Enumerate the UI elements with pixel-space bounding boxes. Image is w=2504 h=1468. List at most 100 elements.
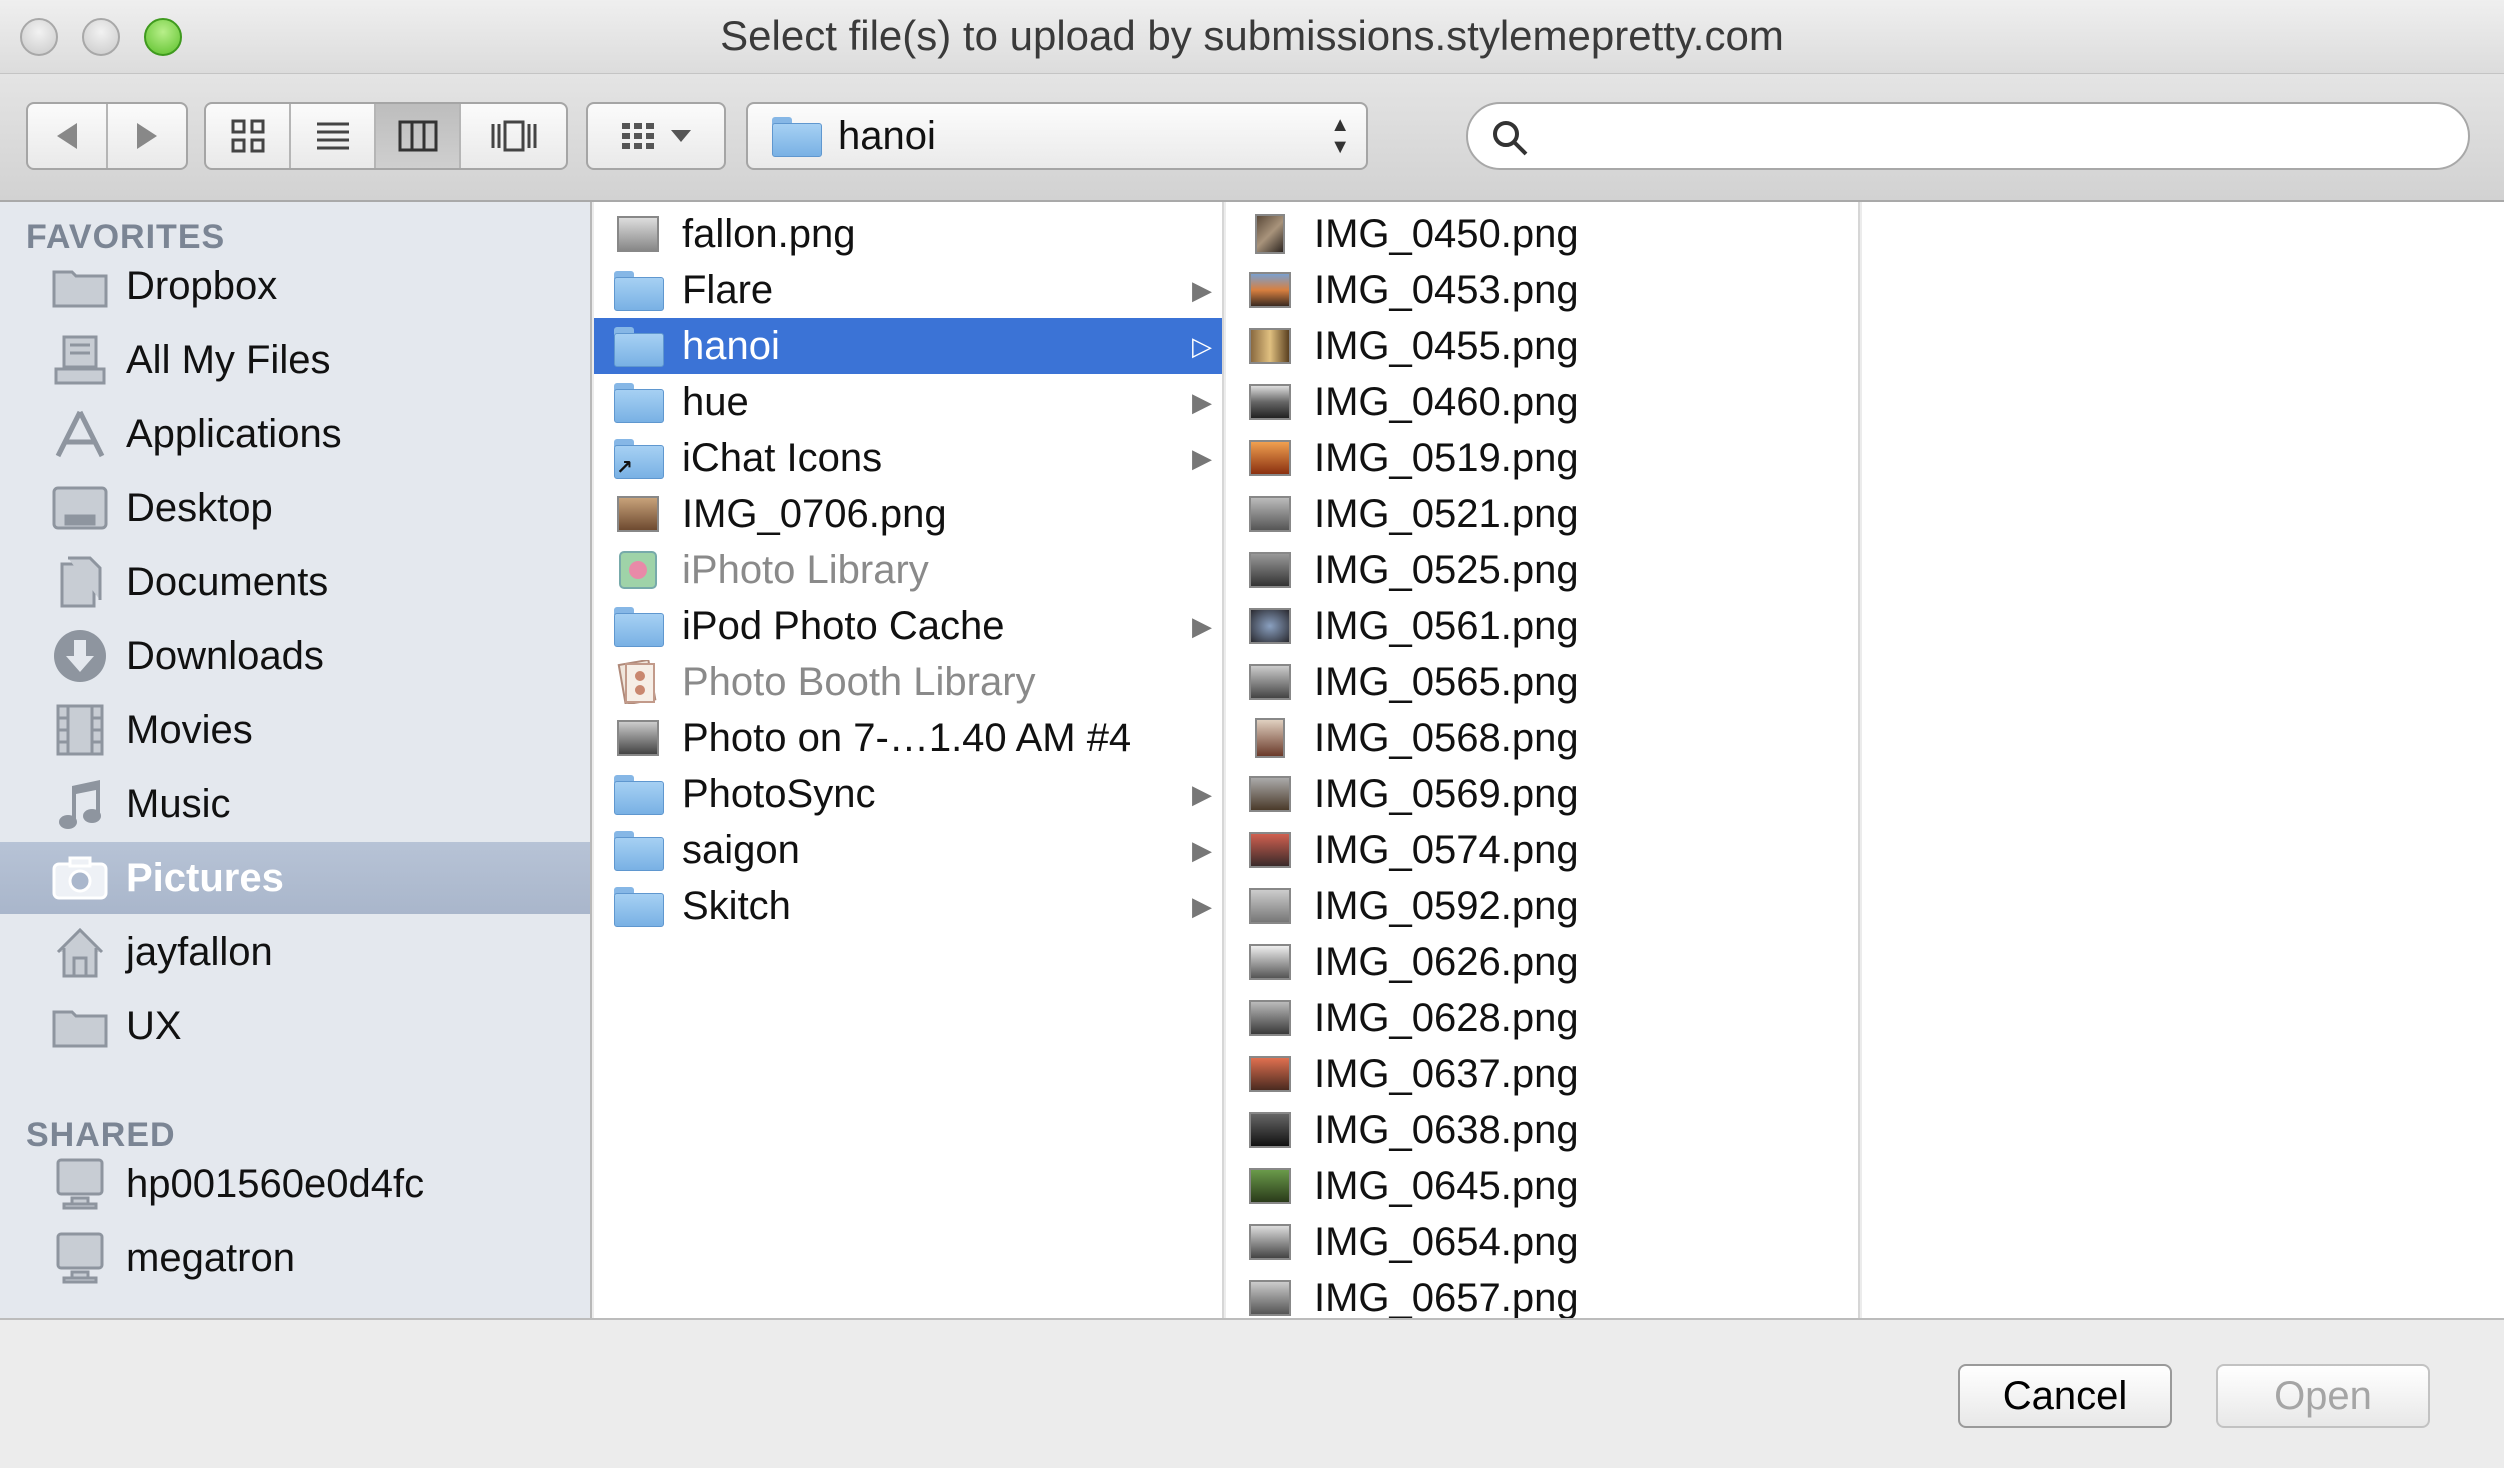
image-thumbnail-icon <box>1249 496 1291 532</box>
list-item-label: IMG_0519.png <box>1314 435 1579 480</box>
image-thumbnail-icon <box>1249 664 1291 700</box>
image-thumbnail-icon <box>1249 1168 1291 1204</box>
list-item-img-0450[interactable]: IMG_0450.png <box>1226 206 1858 262</box>
list-item-label: saigon <box>682 827 800 872</box>
cover-flow-view-button[interactable] <box>461 104 566 168</box>
sidebar-item-ux[interactable]: UX <box>0 990 590 1062</box>
sidebar-item-movies[interactable]: Movies <box>0 694 590 766</box>
list-item-img-0628[interactable]: IMG_0628.png <box>1226 990 1858 1046</box>
folder-icon <box>614 607 664 647</box>
sidebar-item-dropbox[interactable]: Dropbox <box>0 250 590 322</box>
list-item-img-0460[interactable]: IMG_0460.png <box>1226 374 1858 430</box>
list-item-label: Skitch <box>682 883 791 928</box>
search-field[interactable] <box>1466 102 2470 170</box>
list-item-img-0568[interactable]: IMG_0568.png <box>1226 710 1858 766</box>
search-input[interactable] <box>1542 114 2442 158</box>
sidebar-item-documents[interactable]: Documents <box>0 546 590 618</box>
location-label: hanoi <box>838 113 936 158</box>
list-item-img-0574[interactable]: IMG_0574.png <box>1226 822 1858 878</box>
movies-icon <box>56 704 104 756</box>
list-item-fallon-png[interactable]: fallon.png <box>594 206 1222 262</box>
image-thumbnail-icon <box>1249 1000 1291 1036</box>
sidebar-item-pictures[interactable]: Pictures <box>0 842 590 914</box>
forward-button[interactable] <box>108 104 186 168</box>
sidebar-item-jayfallon[interactable]: jayfallon <box>0 916 590 988</box>
sidebar-item-all-my-files[interactable]: All My Files <box>0 324 590 396</box>
disclosure-arrow-icon: ▶ <box>1192 442 1212 473</box>
icon-view-button[interactable] <box>206 104 292 168</box>
list-item-label: IMG_0455.png <box>1314 323 1579 368</box>
list-item-label: IMG_0525.png <box>1314 547 1579 592</box>
open-button[interactable]: Open <box>2216 1364 2430 1428</box>
back-forward-control <box>26 102 188 170</box>
list-item-skitch[interactable]: Skitch ▶ <box>594 878 1222 934</box>
column-view-button[interactable] <box>376 104 462 168</box>
list-view-button[interactable] <box>291 104 377 168</box>
list-item-img-0645[interactable]: IMG_0645.png <box>1226 1158 1858 1214</box>
list-item-img-0455[interactable]: IMG_0455.png <box>1226 318 1858 374</box>
arrange-menu-button[interactable] <box>586 102 726 170</box>
list-item-label: IMG_0450.png <box>1314 211 1579 256</box>
list-item-ipod-photo-cache[interactable]: iPod Photo Cache ▶ <box>594 598 1222 654</box>
list-item-img-0453[interactable]: IMG_0453.png <box>1226 262 1858 318</box>
list-item-photo-booth-library[interactable]: Photo Booth Library <box>594 654 1222 710</box>
list-item-ichat-icons[interactable]: ↗ iChat Icons ▶ <box>594 430 1222 486</box>
preview-column <box>1862 202 2504 1318</box>
list-item-img-0565[interactable]: IMG_0565.png <box>1226 654 1858 710</box>
home-icon <box>56 927 104 978</box>
sidebar-item-label: All My Files <box>126 337 331 382</box>
list-item-img-0569[interactable]: IMG_0569.png <box>1226 766 1858 822</box>
list-item-label: Flare <box>682 267 774 312</box>
list-item-saigon[interactable]: saigon ▶ <box>594 822 1222 878</box>
sidebar-item-label: UX <box>126 1003 182 1048</box>
sidebar-item-music[interactable]: Music <box>0 768 590 840</box>
list-item-img-0626[interactable]: IMG_0626.png <box>1226 934 1858 990</box>
list-item-img-0592[interactable]: IMG_0592.png <box>1226 878 1858 934</box>
list-item-img-0657[interactable]: IMG_0657.png <box>1226 1270 1858 1318</box>
list-item-label: iPhoto Library <box>682 547 929 592</box>
folder-icon <box>772 117 822 157</box>
sidebar-item-label: Applications <box>126 411 342 456</box>
image-thumbnail-icon <box>1249 272 1291 308</box>
list-item-label: Photo Booth Library <box>682 659 1036 704</box>
back-button[interactable] <box>28 104 108 168</box>
list-item-flare[interactable]: Flare ▶ <box>594 262 1222 318</box>
sidebar-item-applications[interactable]: Applications <box>0 398 590 470</box>
list-item-img-0521[interactable]: IMG_0521.png <box>1226 486 1858 542</box>
list-item-img-0519[interactable]: IMG_0519.png <box>1226 430 1858 486</box>
list-item-label: IMG_0565.png <box>1314 659 1579 704</box>
list-item-iphoto-library[interactable]: iPhoto Library <box>594 542 1222 598</box>
toolbar: hanoi ▲ ▼ <box>0 74 2504 202</box>
sidebar-item-desktop[interactable]: Desktop <box>0 472 590 544</box>
list-item-label: fallon.png <box>682 211 856 256</box>
list-item-photo-on-7[interactable]: Photo on 7-…1.40 AM #4 <box>594 710 1222 766</box>
list-item-label: IMG_0626.png <box>1314 939 1579 984</box>
list-item-label: IMG_0592.png <box>1314 883 1579 928</box>
list-item-img-0706[interactable]: IMG_0706.png <box>594 486 1222 542</box>
list-item-label: IMG_0521.png <box>1314 491 1579 536</box>
list-item-photosync[interactable]: PhotoSync ▶ <box>594 766 1222 822</box>
folder-icon <box>614 327 664 367</box>
folder-icon <box>614 887 664 927</box>
disclosure-arrow-icon: ▶ <box>1192 274 1212 305</box>
sidebar-item-hp001560e0d4fc[interactable]: hp001560e0d4fc <box>0 1148 590 1220</box>
list-item-hanoi[interactable]: hanoi ▷ <box>594 318 1222 374</box>
list-item-img-0654[interactable]: IMG_0654.png <box>1226 1214 1858 1270</box>
list-item-label: IMG_0637.png <box>1314 1051 1579 1096</box>
cancel-button[interactable]: Cancel <box>1958 1364 2172 1428</box>
sidebar-item-label: megatron <box>126 1235 295 1280</box>
updown-arrows-icon: ▲ ▼ <box>1330 114 1350 158</box>
cover-flow-icon <box>491 120 537 152</box>
sidebar-item-downloads[interactable]: Downloads <box>0 620 590 692</box>
sidebar-item-megatron[interactable]: megatron <box>0 1222 590 1294</box>
location-popup[interactable]: hanoi ▲ ▼ <box>746 102 1368 170</box>
image-thumbnail-icon <box>1249 776 1291 812</box>
camera-icon <box>52 856 108 900</box>
list-item-img-0637[interactable]: IMG_0637.png <box>1226 1046 1858 1102</box>
list-item-img-0525[interactable]: IMG_0525.png <box>1226 542 1858 598</box>
list-item-hue[interactable]: hue ▶ <box>594 374 1222 430</box>
list-item-img-0561[interactable]: IMG_0561.png <box>1226 598 1858 654</box>
list-item-label: IMG_0657.png <box>1314 1275 1579 1319</box>
image-thumbnail-icon <box>1255 718 1285 758</box>
list-item-img-0638[interactable]: IMG_0638.png <box>1226 1102 1858 1158</box>
